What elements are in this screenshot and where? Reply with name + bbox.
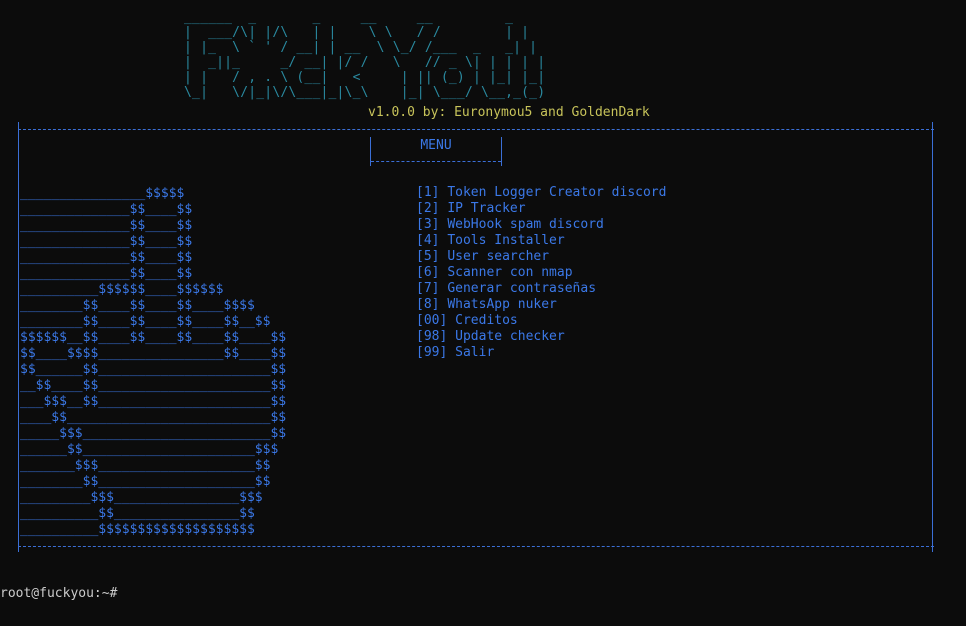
menu-item-tools-installer[interactable]: [4] Tools Installer — [416, 233, 666, 249]
menu-item-label: WhatsApp nuker — [447, 297, 557, 312]
menu-item-update-checker[interactable]: [98] Update checker — [416, 329, 666, 345]
menu-item-ip-tracker[interactable]: [2] IP Tracker — [416, 201, 666, 217]
menu-item-key: [1] — [416, 185, 440, 200]
ascii-art: ________________$$$$$ ______________$$__… — [20, 186, 287, 537]
menu-title-divider — [371, 161, 501, 162]
menu-item-label: Token Logger Creator discord — [447, 185, 667, 200]
menu-item-label: IP Tracker — [447, 201, 526, 216]
menu-item-key: [00] — [416, 313, 448, 328]
ascii-banner: ______ _ _ __ __ _ | ___/\| |/\ | | \ \ … — [184, 10, 546, 100]
menu-list: [1] Token Logger Creator discord [2] IP … — [416, 185, 666, 361]
menu-item-key: [4] — [416, 233, 440, 248]
menu-item-key: [3] — [416, 217, 440, 232]
menu-item-token-logger[interactable]: [1] Token Logger Creator discord — [416, 185, 666, 201]
menu-title: MENU — [420, 138, 452, 153]
menu-item-label: Tools Installer — [447, 233, 565, 248]
menu-item-key: [6] — [416, 265, 440, 280]
frame-left-border — [18, 122, 19, 552]
menu-item-label: Salir — [455, 345, 495, 360]
menu-item-label: User searcher — [447, 249, 550, 264]
frame-right-border — [932, 122, 933, 552]
frame-bottom-border — [18, 546, 934, 547]
menu-item-label: Generar contraseñas — [447, 281, 597, 296]
menu-item-whatsapp-nuker[interactable]: [8] WhatsApp nuker — [416, 297, 666, 313]
menu-header: MENU — [370, 137, 502, 166]
menu-item-key: [7] — [416, 281, 440, 296]
menu-item-nmap-scanner[interactable]: [6] Scanner con nmap — [416, 265, 666, 281]
menu-item-label: Scanner con nmap — [447, 265, 573, 280]
version-line: v1.0.0 by: Euronymou5 and GoldenDark — [368, 105, 650, 120]
menu-item-key: [5] — [416, 249, 440, 264]
menu-item-key: [98] — [416, 329, 448, 344]
menu-item-exit[interactable]: [99] Salir — [416, 345, 666, 361]
menu-item-key: [2] — [416, 201, 440, 216]
menu-item-label: WebHook spam discord — [447, 217, 604, 232]
menu-item-label: Update checker — [455, 329, 565, 344]
menu-item-password-generator[interactable]: [7] Generar contraseñas — [416, 281, 666, 297]
menu-item-label: Creditos — [455, 313, 518, 328]
menu-item-key: [99] — [416, 345, 448, 360]
menu-item-credits[interactable]: [00] Creditos — [416, 313, 666, 329]
frame-top-border — [18, 129, 934, 130]
menu-item-key: [8] — [416, 297, 440, 312]
menu-item-user-searcher[interactable]: [5] User searcher — [416, 249, 666, 265]
shell-prompt[interactable]: root@fuckyou:~# — [0, 586, 117, 602]
menu-item-webhook-spam[interactable]: [3] WebHook spam discord — [416, 217, 666, 233]
